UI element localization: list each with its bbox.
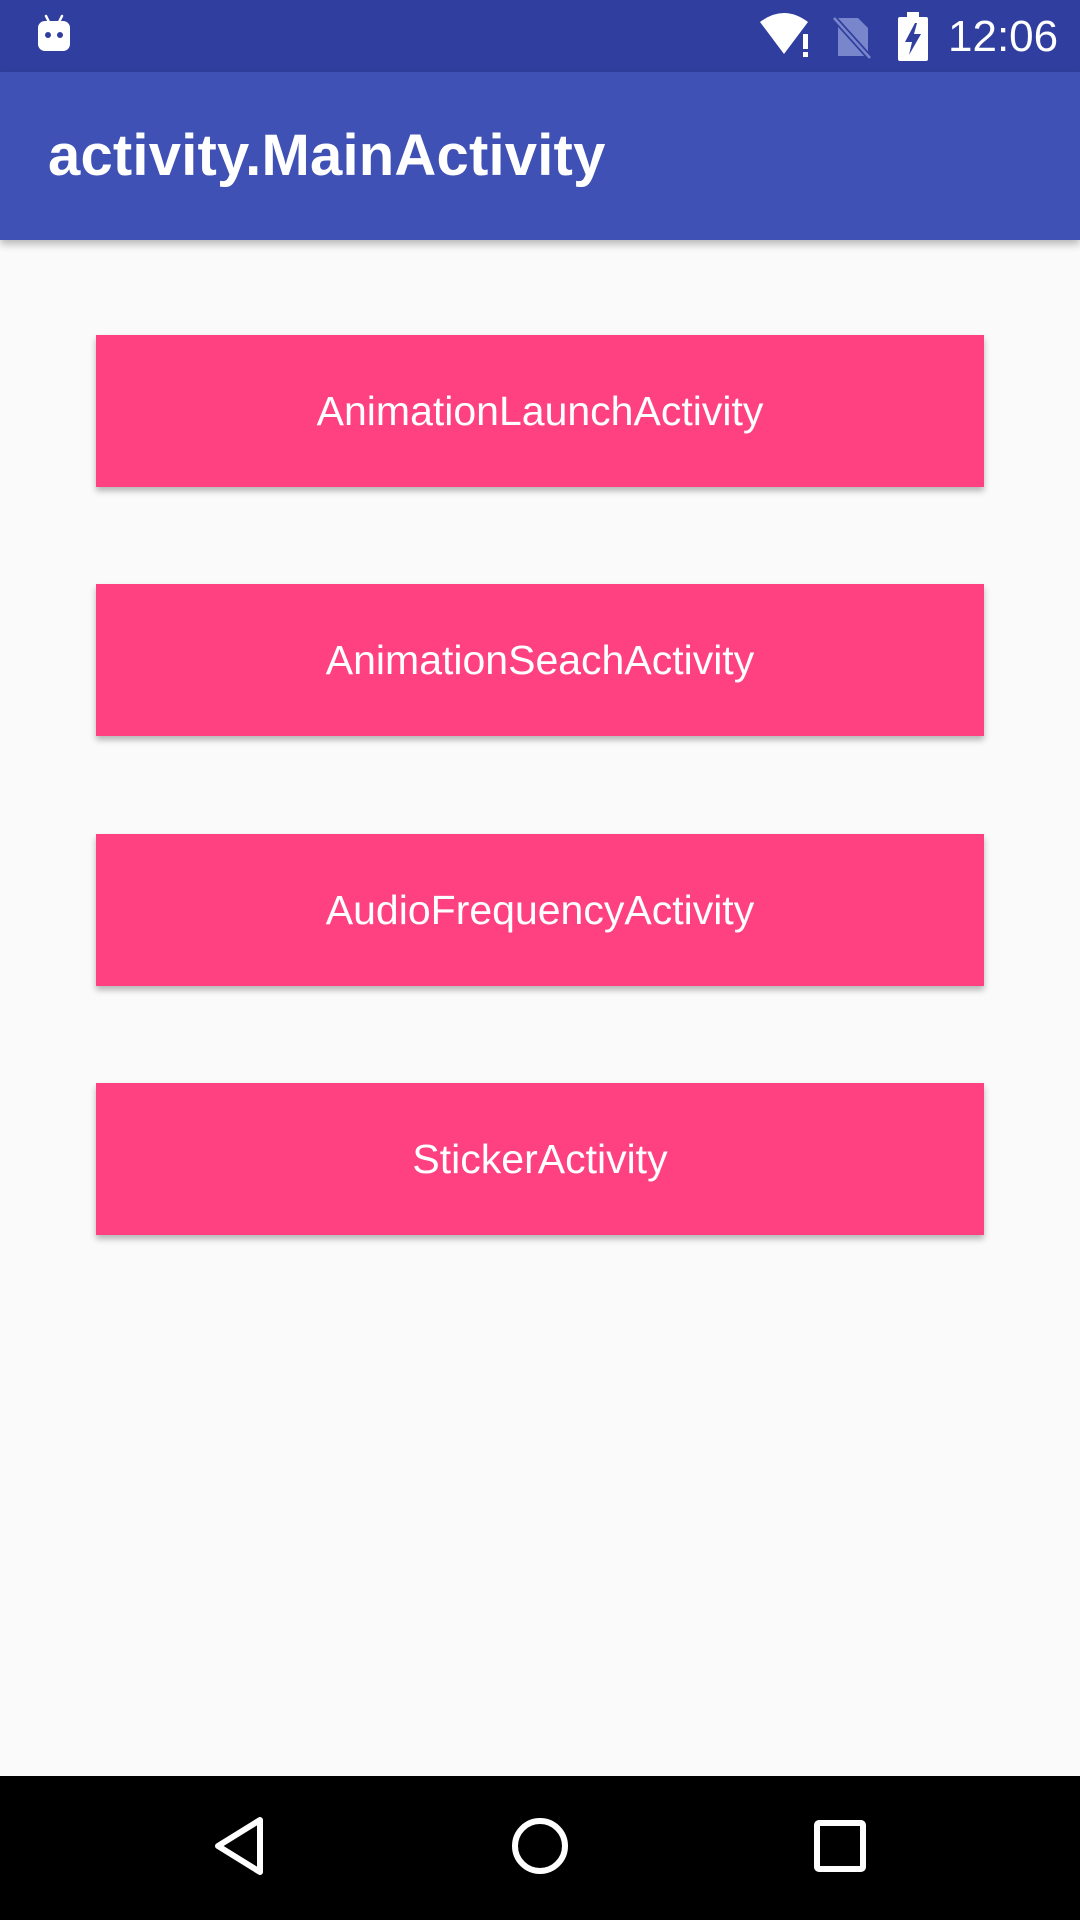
home-icon bbox=[508, 1814, 572, 1883]
status-clock: 12:06 bbox=[948, 12, 1059, 61]
back-button[interactable] bbox=[180, 1800, 300, 1896]
recents-icon bbox=[810, 1816, 870, 1881]
back-icon bbox=[210, 1814, 270, 1883]
animation-seach-activity-button[interactable]: AnimationSeachActivity bbox=[96, 584, 984, 736]
animation-launch-activity-button[interactable]: AnimationLaunchActivity bbox=[96, 335, 984, 487]
sticker-activity-button[interactable]: StickerActivity bbox=[96, 1083, 984, 1235]
navigation-bar bbox=[0, 1776, 1080, 1920]
android-debug-icon bbox=[36, 14, 72, 54]
no-sim-icon bbox=[831, 14, 873, 61]
audio-frequency-activity-button[interactable]: AudioFrequencyActivity bbox=[96, 834, 984, 986]
status-bar: 12:06 bbox=[0, 0, 1080, 72]
wifi-alert-icon bbox=[758, 12, 814, 60]
page-title: activity.MainActivity bbox=[48, 123, 606, 188]
app-bar: activity.MainActivity bbox=[0, 72, 1080, 240]
recents-button[interactable] bbox=[780, 1800, 900, 1896]
battery-charging-icon bbox=[896, 12, 930, 62]
main-content: AnimationLaunchActivity AnimationSeachAc… bbox=[0, 240, 1080, 1776]
home-button[interactable] bbox=[480, 1800, 600, 1896]
